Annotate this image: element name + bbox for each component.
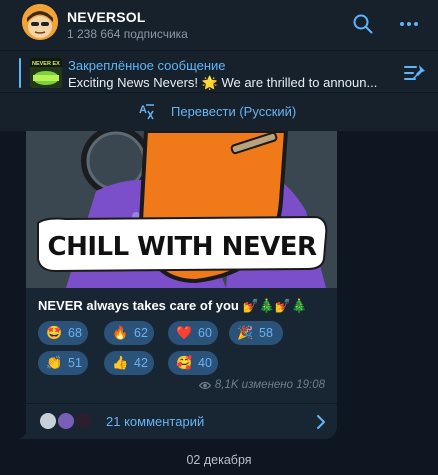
commenter-avatar xyxy=(56,411,76,431)
reaction-emoji: 🤩 xyxy=(46,325,63,340)
reaction-count: 68 xyxy=(68,326,82,340)
reaction-count: 58 xyxy=(259,326,273,340)
pinned-list-button[interactable] xyxy=(404,63,426,83)
more-button[interactable] xyxy=(397,12,421,36)
channel-title[interactable]: NEVERSOL xyxy=(67,9,146,25)
translate-icon: A xyxy=(139,104,154,120)
reaction-party[interactable]: 🎉 58 xyxy=(229,321,283,345)
svg-text:A: A xyxy=(139,104,147,116)
post-caption-text: NEVER always takes care of you xyxy=(38,298,239,313)
reaction-star-struck[interactable]: 🤩 68 xyxy=(38,321,88,345)
reaction-count: 42 xyxy=(134,356,148,370)
pinned-thumbnail: NEVER EX xyxy=(30,58,62,88)
reaction-emoji: 🥰 xyxy=(176,355,193,370)
reaction-emoji: ❤️ xyxy=(176,325,193,340)
pin-list-icon xyxy=(404,65,425,80)
post-illustration: CHILL WITH NEVER xyxy=(26,131,337,288)
post-image-text: CHILL WITH NEVER xyxy=(47,232,317,262)
subscriber-count: 1 238 664 подписчика xyxy=(67,27,188,41)
reaction-count: 60 xyxy=(198,326,212,340)
chevron-right-icon xyxy=(317,415,325,429)
commenter-avatar xyxy=(38,411,58,431)
translate-bar[interactable]: A Перевести (Русский) xyxy=(0,93,438,131)
post-image[interactable]: CHILL WITH NEVER xyxy=(26,131,337,288)
pinned-text: Exciting News Nevers! 🌟 We are thrilled … xyxy=(68,75,378,90)
reaction-emoji: 🔥 xyxy=(112,325,129,340)
more-icon xyxy=(400,22,418,26)
reaction-clap[interactable]: 👏 51 xyxy=(38,351,88,375)
search-icon xyxy=(353,14,373,34)
post-meta-text: 8,1K изменено 19:08 xyxy=(214,379,325,391)
reaction-emoji: 👍 xyxy=(112,355,129,370)
eye-icon xyxy=(198,381,211,389)
pinned-thumbnail-text: NEVER EX xyxy=(32,61,60,67)
reaction-count: 40 xyxy=(198,356,212,370)
pinned-thumbnail-image: NEVER EX xyxy=(30,58,62,88)
cartoon-avatar-icon xyxy=(22,4,58,40)
translate-label: Перевести (Русский) xyxy=(171,104,297,119)
reaction-heart[interactable]: ❤️ 60 xyxy=(168,321,218,345)
pinned-label: Закреплённое сообщение xyxy=(68,58,226,73)
reaction-count: 51 xyxy=(68,356,82,370)
comments-button[interactable]: 21 комментарий xyxy=(26,404,337,439)
channel-avatar[interactable] xyxy=(22,4,58,40)
comments-count: 21 комментарий xyxy=(106,414,205,429)
pinned-indicator xyxy=(19,58,21,88)
reaction-thumbs-up[interactable]: 👍 42 xyxy=(104,351,154,375)
reaction-fire[interactable]: 🔥 62 xyxy=(104,321,154,345)
commenter-avatar xyxy=(74,411,94,431)
post-meta: 8,1K изменено 19:08 xyxy=(198,379,325,391)
post-caption-emoji: 💅🎄💅🎄 xyxy=(242,298,308,313)
chat-header: NEVERSOL 1 238 664 подписчика xyxy=(0,0,438,50)
reaction-count: 62 xyxy=(134,326,148,340)
channel-post: CHILL WITH NEVER NEVER always takes care… xyxy=(26,131,337,439)
pinned-message-bar[interactable]: NEVER EX Закреплённое сообщение Exciting… xyxy=(0,50,438,92)
reaction-smiling-hearts[interactable]: 🥰 40 xyxy=(168,351,218,375)
post-caption: NEVER always takes care of you 💅🎄💅🎄 xyxy=(38,298,307,314)
reaction-emoji: 👏 xyxy=(46,355,63,370)
search-button[interactable] xyxy=(351,12,375,36)
date-separator: 02 декабря xyxy=(186,453,252,467)
reaction-emoji: 🎉 xyxy=(237,325,254,340)
